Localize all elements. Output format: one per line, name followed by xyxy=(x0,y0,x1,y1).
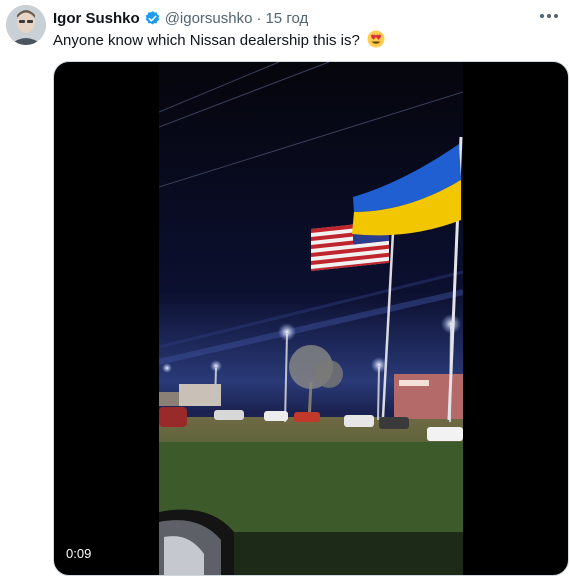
tweet[interactable]: Igor Sushko @igorsushko · 15 год Anyone … xyxy=(0,0,570,579)
author-name[interactable]: Igor Sushko xyxy=(53,10,140,27)
heart-eyes-emoji-icon xyxy=(367,30,385,48)
video-frame xyxy=(159,62,463,575)
tweet-text: Anyone know which Nissan dealership this… xyxy=(53,32,360,49)
tweet-time[interactable]: 15 год xyxy=(265,10,308,27)
verified-badge-icon xyxy=(144,10,161,27)
video-duration: 0:09 xyxy=(66,546,92,561)
video-player[interactable]: 0:09 xyxy=(53,61,569,576)
tweet-header: Igor Sushko @igorsushko · 15 год xyxy=(53,8,308,28)
author-handle[interactable]: @igorsushko xyxy=(165,10,253,27)
separator-dot: · xyxy=(256,9,262,27)
tweet-text-line: Anyone know which Nissan dealership this… xyxy=(53,30,385,51)
more-options-icon[interactable] xyxy=(536,6,562,26)
avatar[interactable] xyxy=(6,5,46,45)
